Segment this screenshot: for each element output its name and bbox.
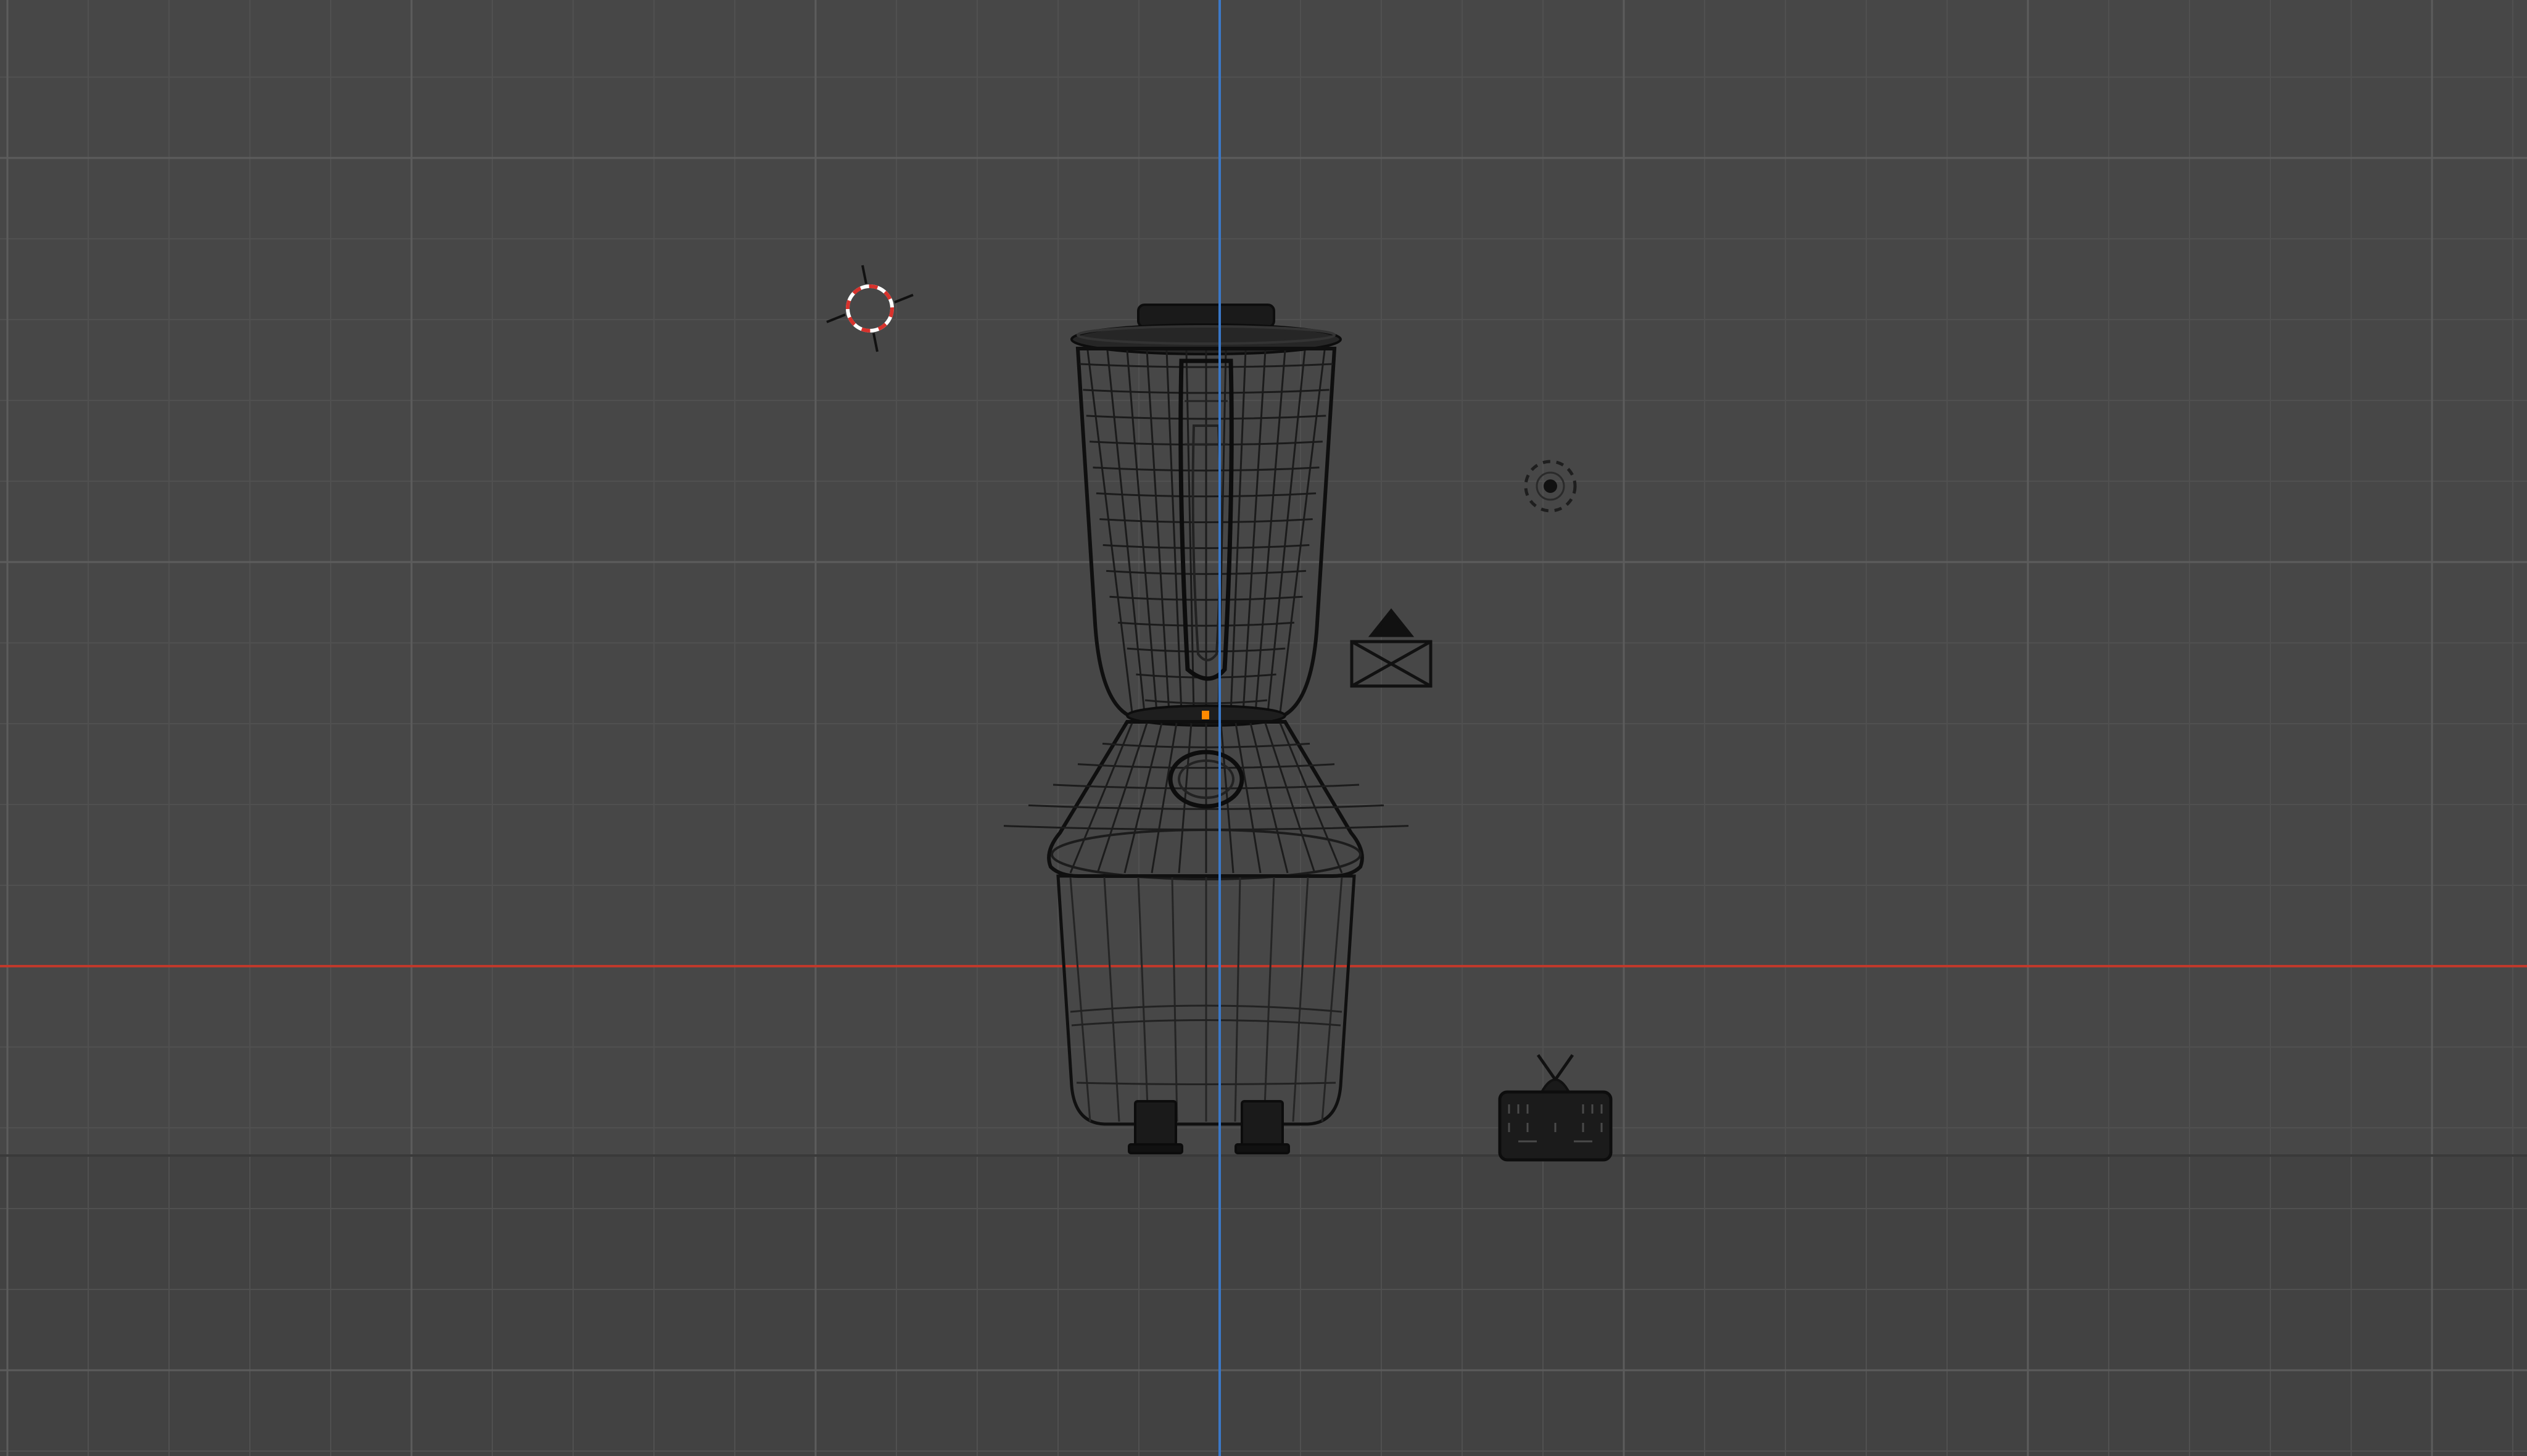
3d-viewport[interactable]: [0, 0, 2527, 1456]
object-origin: [1202, 711, 1209, 719]
floor-shade: [0, 1156, 2527, 1456]
